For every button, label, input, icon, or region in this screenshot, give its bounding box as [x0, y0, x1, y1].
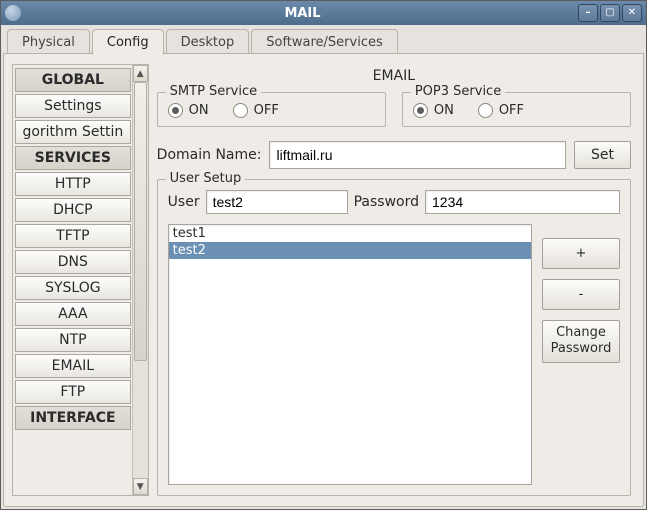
- smtp-on-label: ON: [189, 103, 209, 118]
- smtp-off-label: OFF: [254, 103, 279, 118]
- pop3-on-radio[interactable]: ON: [413, 103, 454, 118]
- scroll-down-icon[interactable]: ▼: [133, 478, 148, 495]
- tab-software-services[interactable]: Software/Services: [251, 29, 398, 54]
- user-setup-legend: User Setup: [166, 171, 246, 186]
- sidebar-header-interface[interactable]: INTERFACE: [15, 406, 131, 430]
- close-button[interactable]: ✕: [622, 4, 642, 22]
- domain-label: Domain Name:: [157, 147, 262, 163]
- password-input[interactable]: [425, 190, 620, 214]
- sidebar-header-global[interactable]: GLOBAL: [15, 68, 131, 92]
- scroll-up-icon[interactable]: ▲: [133, 65, 148, 82]
- sidebar-item-algorithm-settings[interactable]: gorithm Settin: [15, 120, 131, 144]
- sidebar-scrollbar[interactable]: ▲ ▼: [132, 65, 148, 495]
- user-input[interactable]: [206, 190, 348, 214]
- smtp-service-group: SMTP Service ON OFF: [157, 92, 386, 127]
- pop3-off-label: OFF: [499, 103, 524, 118]
- sidebar: GLOBAL Settings gorithm Settin SERVICES …: [12, 64, 149, 496]
- pop3-off-radio[interactable]: OFF: [478, 103, 524, 118]
- tab-desktop[interactable]: Desktop: [166, 29, 250, 54]
- app-window: MAIL – ▢ ✕ Physical Config Desktop Softw…: [0, 0, 647, 510]
- sidebar-item-tftp[interactable]: TFTP: [15, 224, 131, 248]
- smtp-off-radio[interactable]: OFF: [233, 103, 279, 118]
- sidebar-item-dns[interactable]: DNS: [15, 250, 131, 274]
- window-title: MAIL: [27, 6, 578, 21]
- pop3-on-label: ON: [434, 103, 454, 118]
- smtp-on-radio[interactable]: ON: [168, 103, 209, 118]
- tab-content: GLOBAL Settings gorithm Settin SERVICES …: [3, 54, 644, 507]
- radio-icon: [168, 103, 183, 118]
- remove-user-button[interactable]: -: [542, 279, 620, 310]
- email-panel: EMAIL SMTP Service ON OFF: [157, 64, 631, 496]
- radio-icon: [478, 103, 493, 118]
- minimize-button[interactable]: –: [578, 4, 598, 22]
- sidebar-item-settings[interactable]: Settings: [15, 94, 131, 118]
- domain-input[interactable]: [269, 141, 566, 169]
- set-button[interactable]: Set: [574, 141, 631, 169]
- sidebar-header-services[interactable]: SERVICES: [15, 146, 131, 170]
- list-item[interactable]: test1: [169, 225, 531, 242]
- scroll-track[interactable]: [133, 82, 148, 478]
- user-label: User: [168, 194, 200, 210]
- user-list[interactable]: test1 test2: [168, 224, 532, 485]
- sidebar-item-dhcp[interactable]: DHCP: [15, 198, 131, 222]
- password-label: Password: [354, 194, 419, 210]
- app-icon: [5, 5, 21, 21]
- list-item[interactable]: test2: [169, 242, 531, 259]
- sidebar-item-http[interactable]: HTTP: [15, 172, 131, 196]
- sidebar-item-syslog[interactable]: SYSLOG: [15, 276, 131, 300]
- radio-icon: [413, 103, 428, 118]
- scroll-thumb[interactable]: [134, 82, 147, 361]
- sidebar-item-ftp[interactable]: FTP: [15, 380, 131, 404]
- sidebar-item-email[interactable]: EMAIL: [15, 354, 131, 378]
- tab-physical[interactable]: Physical: [7, 29, 90, 54]
- user-setup-group: User Setup User Password test1 test2: [157, 179, 631, 496]
- client-area: Physical Config Desktop Software/Service…: [1, 25, 646, 509]
- radio-icon: [233, 103, 248, 118]
- tab-config[interactable]: Config: [92, 29, 164, 55]
- sidebar-item-ntp[interactable]: NTP: [15, 328, 131, 352]
- tabs-bar: Physical Config Desktop Software/Service…: [3, 27, 644, 54]
- maximize-button[interactable]: ▢: [600, 4, 620, 22]
- change-password-button[interactable]: Change Password: [542, 320, 620, 363]
- titlebar: MAIL – ▢ ✕: [1, 1, 646, 25]
- smtp-legend: SMTP Service: [166, 84, 261, 99]
- window-controls: – ▢ ✕: [578, 4, 642, 22]
- add-user-button[interactable]: +: [542, 238, 620, 269]
- pop3-legend: POP3 Service: [411, 84, 505, 99]
- sidebar-item-aaa[interactable]: AAA: [15, 302, 131, 326]
- pop3-service-group: POP3 Service ON OFF: [402, 92, 631, 127]
